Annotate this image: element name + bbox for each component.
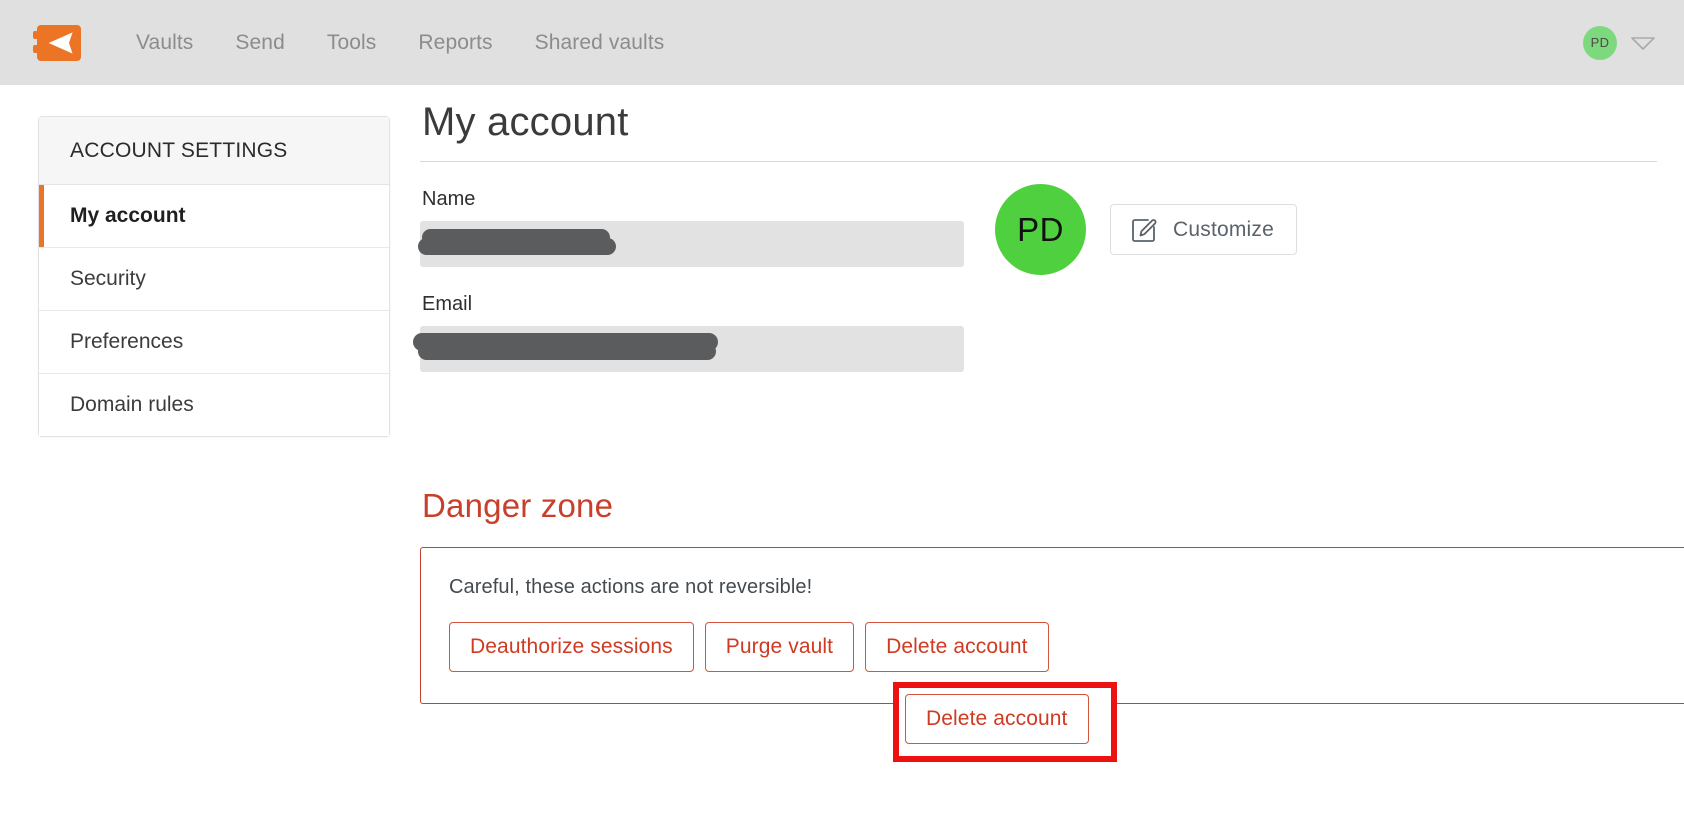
danger-zone-note: Careful, these actions are not reversibl…	[449, 576, 813, 598]
edit-pencil-square-icon	[1131, 217, 1157, 243]
name-input[interactable]	[418, 221, 964, 267]
email-field-label: Email	[422, 293, 473, 315]
my-account-panel: My account Name Email PD Customize	[413, 100, 1660, 372]
customize-button[interactable]: Customize	[1110, 204, 1297, 255]
page-title: My account	[422, 100, 629, 144]
danger-zone-box: Careful, these actions are not reversibl…	[420, 547, 1684, 704]
customize-button-label: Customize	[1173, 217, 1274, 241]
profile-avatar: PD	[995, 184, 1086, 275]
sidebar-item-my-account[interactable]: My account	[39, 185, 389, 248]
nav-item-vaults[interactable]: Vaults	[115, 25, 214, 61]
sidebar-item-preferences[interactable]: Preferences	[39, 311, 389, 374]
top-navigation-bar: Vaults Send Tools Reports Shared vaults …	[0, 0, 1684, 85]
danger-zone-title: Danger zone	[422, 487, 614, 524]
user-menu[interactable]: PD	[1583, 25, 1656, 60]
redaction-bar	[418, 238, 616, 255]
passbolt-logo-icon[interactable]	[33, 17, 85, 69]
profile-avatar-block: PD Customize	[995, 184, 1297, 275]
delete-account-button[interactable]: Delete account	[865, 622, 1049, 672]
account-settings-sidebar: ACCOUNT SETTINGS My account Security Pre…	[38, 116, 390, 437]
sidebar-item-label: Security	[70, 267, 146, 290]
nav-item-shared-vaults[interactable]: Shared vaults	[514, 25, 686, 61]
email-input[interactable]	[413, 326, 964, 372]
danger-zone-buttons: Deauthorize sessions Purge vault Delete …	[449, 622, 1684, 672]
sidebar-item-label: My account	[70, 204, 186, 227]
redaction-bar	[418, 343, 716, 360]
title-divider	[420, 161, 1657, 162]
danger-zone-section: Danger zone Careful, these actions are n…	[420, 487, 1684, 704]
nav-item-reports[interactable]: Reports	[397, 25, 513, 61]
avatar[interactable]: PD	[1583, 25, 1617, 60]
chevron-down-icon[interactable]	[1630, 35, 1656, 51]
main-nav: Vaults Send Tools Reports Shared vaults	[115, 25, 685, 61]
nav-item-send[interactable]: Send	[214, 25, 305, 61]
sidebar-item-label: Domain rules	[70, 393, 194, 416]
nav-item-tools[interactable]: Tools	[306, 25, 398, 61]
delete-account-button-overlay[interactable]: Delete account	[905, 694, 1089, 744]
sidebar-item-security[interactable]: Security	[39, 248, 389, 311]
sidebar-title: ACCOUNT SETTINGS	[39, 117, 389, 185]
sidebar-item-domain-rules[interactable]: Domain rules	[39, 374, 389, 436]
deauthorize-sessions-button[interactable]: Deauthorize sessions	[449, 622, 694, 672]
sidebar-item-label: Preferences	[70, 330, 184, 353]
purge-vault-button[interactable]: Purge vault	[704, 622, 855, 672]
